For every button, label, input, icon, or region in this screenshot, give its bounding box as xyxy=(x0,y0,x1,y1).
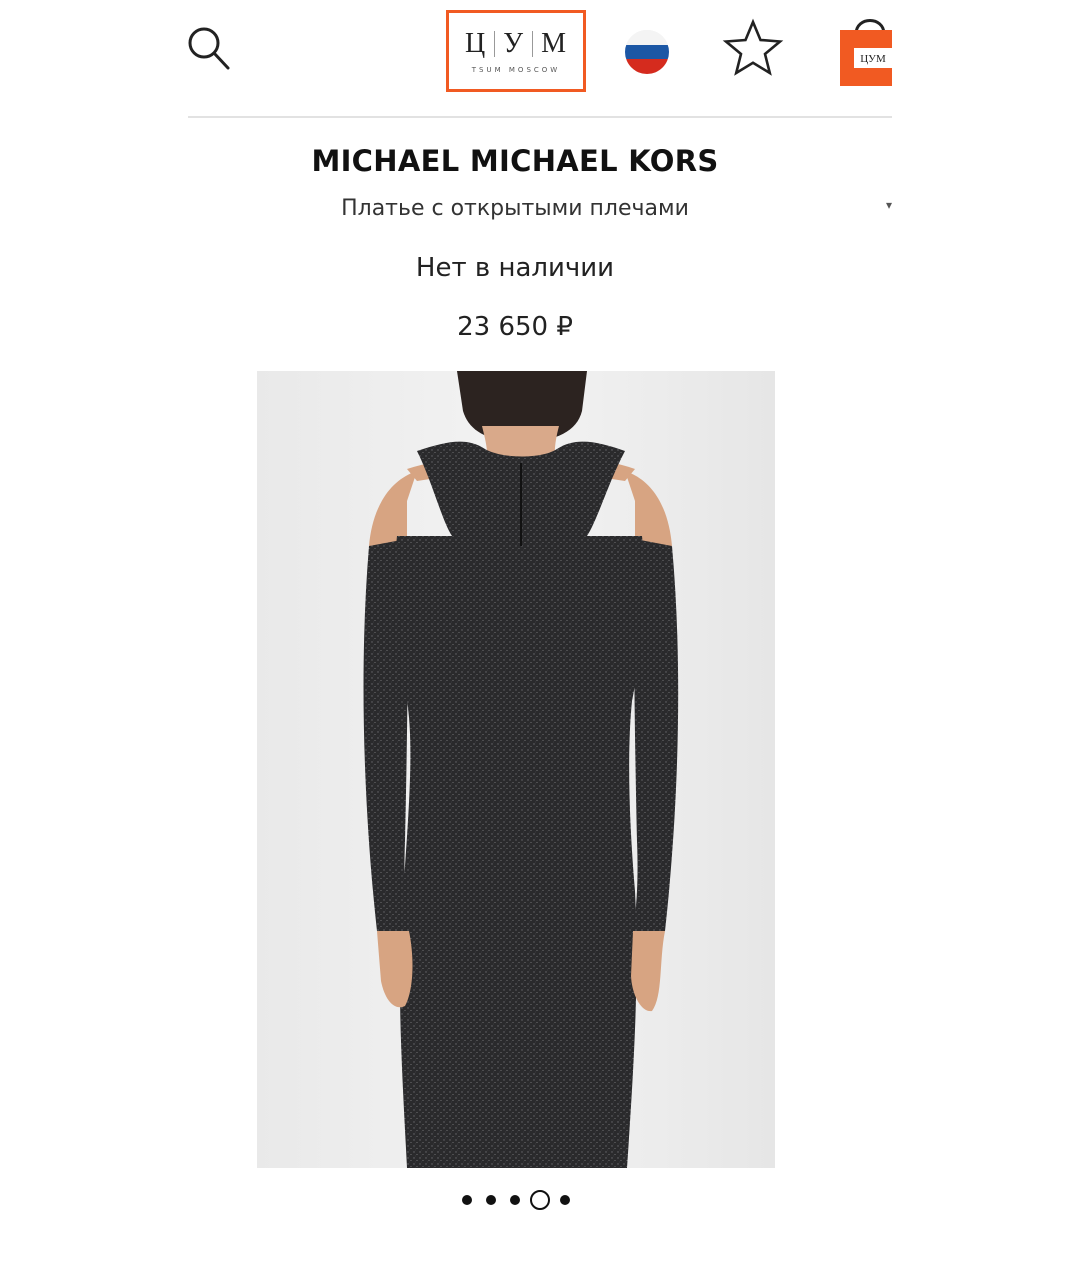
gallery-dot-active[interactable] xyxy=(530,1190,550,1210)
logo-letter: Ц xyxy=(465,28,487,59)
tsum-logo[interactable]: Ц У М TSUM MOSCOW xyxy=(446,10,586,92)
search-button[interactable] xyxy=(184,22,236,74)
star-icon xyxy=(722,18,784,76)
gallery-pagination xyxy=(462,1188,582,1212)
region-button[interactable] xyxy=(625,30,669,74)
search-icon xyxy=(188,27,230,70)
favorites-button[interactable] xyxy=(722,18,784,78)
header-divider xyxy=(188,116,892,118)
dress-photo xyxy=(257,371,775,1168)
header: Ц У М TSUM MOSCOW ЦУМ xyxy=(0,0,1080,118)
russia-flag-icon xyxy=(625,30,669,74)
cart-button[interactable]: ЦУМ xyxy=(840,10,892,86)
gallery-dot[interactable] xyxy=(462,1195,472,1205)
logo-letters: Ц У М xyxy=(465,28,567,60)
product-price: 23 650 ₽ xyxy=(457,312,573,342)
logo-letter: М xyxy=(541,28,567,59)
availability-status: Нет в наличии xyxy=(415,253,615,283)
logo-letter: У xyxy=(503,28,525,59)
gallery-dot[interactable] xyxy=(486,1195,496,1205)
product-image[interactable] xyxy=(257,371,775,1168)
product-brand[interactable]: MICHAEL MICHAEL KORS xyxy=(0,144,1030,178)
product-name: Платье с открытыми плечами xyxy=(341,196,689,221)
gallery-dot[interactable] xyxy=(510,1195,520,1205)
shopping-bag-icon: ЦУМ xyxy=(840,19,892,86)
svg-text:ЦУМ: ЦУМ xyxy=(860,53,886,65)
logo-subtitle: TSUM MOSCOW xyxy=(471,66,561,74)
gallery-dot[interactable] xyxy=(560,1195,570,1205)
